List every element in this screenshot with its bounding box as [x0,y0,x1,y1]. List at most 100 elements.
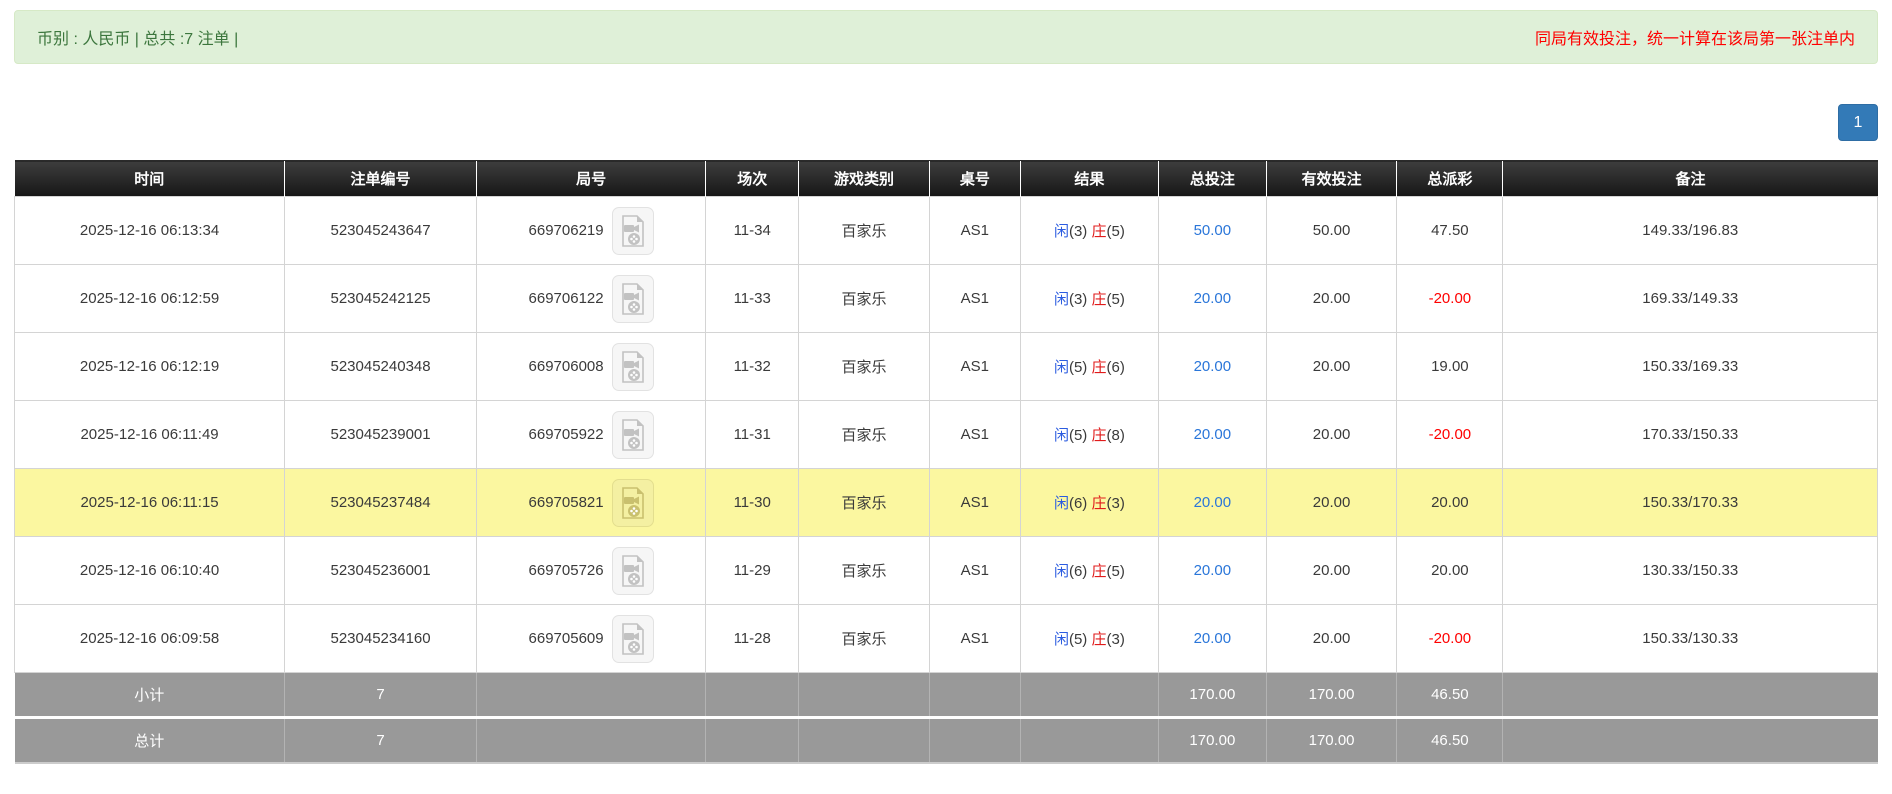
game-type-cell: 百家乐 [799,401,929,469]
round-id-cell: 669705726 [477,537,706,605]
result-player-label: 闲 [1054,563,1069,580]
empty-cell [799,673,929,718]
result-player-label: 闲 [1054,223,1069,240]
column-header-0: 时间 [15,161,285,197]
result-banker-score: (5) [1107,291,1125,308]
table-no-cell: AS1 [929,265,1020,333]
round-id-cell: 669706008 [477,333,706,401]
table-header-row: 时间注单编号局号场次游戏类别桌号结果总投注有效投注总派彩备注 [15,161,1878,197]
total-bet-cell: 50.00 [1158,197,1266,265]
payout-cell: -20.00 [1397,265,1503,333]
result-banker-label: 庄 [1091,495,1106,512]
video-replay-button[interactable] [612,275,654,323]
result-player-score: (6) [1069,495,1087,512]
payout-cell: -20.00 [1397,605,1503,673]
total-bet-link[interactable]: 20.00 [1194,562,1232,579]
session-cell: 11-34 [706,197,799,265]
empty-cell [929,718,1020,763]
column-header-8: 有效投注 [1266,161,1396,197]
game-type-cell: 百家乐 [799,333,929,401]
result-player-label: 闲 [1054,631,1069,648]
total-bet-link[interactable]: 20.00 [1194,426,1232,443]
total-bet-link[interactable]: 20.00 [1194,630,1232,647]
result-banker-label: 庄 [1091,291,1106,308]
total-bet-link[interactable]: 20.00 [1194,494,1232,511]
time-cell: 2025-12-16 06:12:59 [15,265,285,333]
time-cell: 2025-12-16 06:09:58 [15,605,285,673]
column-header-6: 结果 [1020,161,1158,197]
video-replay-button[interactable] [612,207,654,255]
remark-cell: 150.33/170.33 [1503,469,1878,537]
summary-total-bet-cell: 170.00 [1158,718,1266,763]
round-id-group: 669706219 [529,207,654,255]
bet-row-4: 2025-12-16 06:11:15523045237484669705821… [15,469,1878,537]
payout-cell: 20.00 [1397,469,1503,537]
grand-total-row: 总计7170.00170.0046.50 [15,718,1878,763]
video-replay-button[interactable] [612,343,654,391]
page-button-1[interactable]: 1 [1838,104,1878,141]
bet-row-0: 2025-12-16 06:13:34523045243647669706219… [15,197,1878,265]
result-player-label: 闲 [1054,427,1069,444]
summary-valid-bet-cell: 170.00 [1266,673,1396,718]
payout-cell: -20.00 [1397,401,1503,469]
empty-cell [706,718,799,763]
column-header-3: 场次 [706,161,799,197]
video-replay-button[interactable] [612,411,654,459]
round-id-group: 669705609 [529,615,654,663]
round-id-text: 669705726 [529,562,604,579]
remark-cell: 170.33/150.33 [1503,401,1878,469]
valid-bet-cell: 20.00 [1266,469,1396,537]
time-cell: 2025-12-16 06:11:49 [15,401,285,469]
column-header-7: 总投注 [1158,161,1266,197]
round-id-cell: 669705609 [477,605,706,673]
total-bet-link[interactable]: 50.00 [1194,222,1232,239]
column-header-1: 注单编号 [285,161,477,197]
session-cell: 11-28 [706,605,799,673]
total-bet-cell: 20.00 [1158,605,1266,673]
table-no-cell: AS1 [929,197,1020,265]
summary-remark-cell [1503,718,1878,763]
valid-bet-cell: 20.00 [1266,333,1396,401]
total-bet-cell: 20.00 [1158,537,1266,605]
round-id-group: 669706008 [529,343,654,391]
game-type-cell: 百家乐 [799,197,929,265]
total-bet-link[interactable]: 20.00 [1194,358,1232,375]
remark-cell: 149.33/196.83 [1503,197,1878,265]
currency-bet-count-text: 币别 : 人民币 | 总共 :7 注单 | [37,25,238,49]
empty-cell [477,718,706,763]
video-icon [620,283,646,315]
bet-id-cell: 523045239001 [285,401,477,469]
total-bet-cell: 20.00 [1158,265,1266,333]
result-banker-label: 庄 [1091,427,1106,444]
session-cell: 11-29 [706,537,799,605]
result-banker-label: 庄 [1091,359,1106,376]
result-player-score: (5) [1069,359,1087,376]
video-icon [620,419,646,451]
video-replay-button[interactable] [612,615,654,663]
result-banker-label: 庄 [1091,631,1106,648]
summary-total-bet-cell: 170.00 [1158,673,1266,718]
total-bet-link[interactable]: 20.00 [1194,290,1232,307]
bet-id-cell: 523045240348 [285,333,477,401]
video-replay-button[interactable] [612,547,654,595]
table-no-cell: AS1 [929,333,1020,401]
session-cell: 11-32 [706,333,799,401]
result-banker-score: (3) [1107,631,1125,648]
column-header-2: 局号 [477,161,706,197]
result-banker-score: (5) [1107,223,1125,240]
total-bet-cell: 20.00 [1158,401,1266,469]
round-id-text: 669706219 [529,222,604,239]
summary-count-cell: 7 [285,673,477,718]
result-player-score: (3) [1069,291,1087,308]
round-id-text: 669706122 [529,290,604,307]
valid-bet-cell: 20.00 [1266,537,1396,605]
result-cell: 闲(6) 庄(5) [1020,537,1158,605]
remark-cell: 150.33/169.33 [1503,333,1878,401]
video-replay-button[interactable] [612,479,654,527]
session-cell: 11-31 [706,401,799,469]
summary-info-bar: 币别 : 人民币 | 总共 :7 注单 | 同局有效投注，统一计算在该局第一张注… [14,10,1878,64]
summary-payout-cell: 46.50 [1397,673,1503,718]
column-header-9: 总派彩 [1397,161,1503,197]
round-id-cell: 669705922 [477,401,706,469]
round-id-group: 669705821 [529,479,654,527]
